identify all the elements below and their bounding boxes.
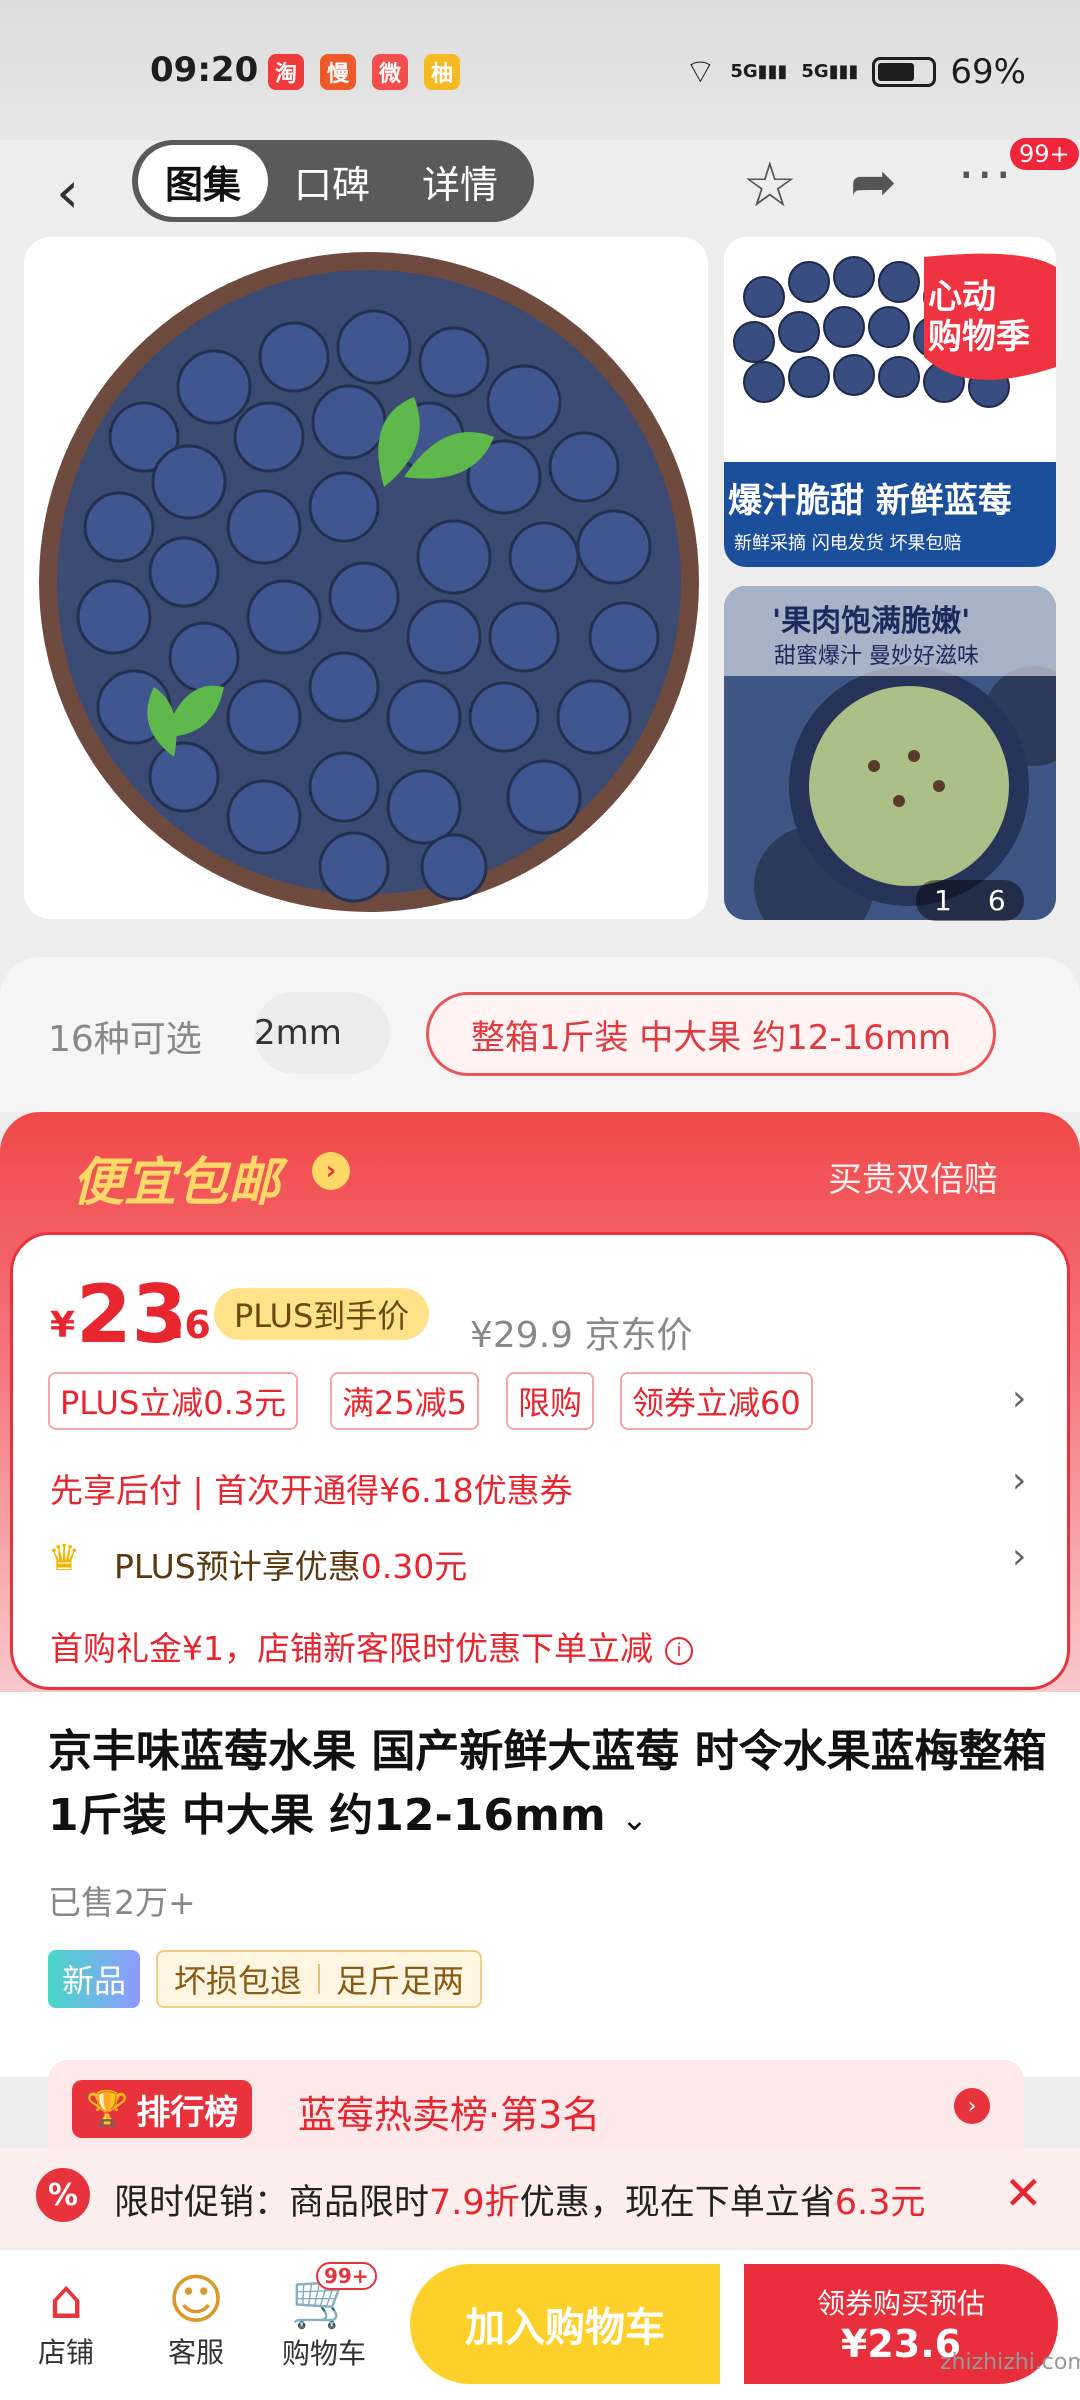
- app-icon-weibo-like: 微: [372, 54, 408, 90]
- pager-total: 6: [987, 884, 1006, 917]
- crown-icon: ♛: [48, 1538, 81, 1579]
- blueberry-bowl-image: [39, 252, 699, 912]
- pager-current: 1: [934, 884, 952, 917]
- signal-icon-1: 5G▮▮▮: [730, 61, 788, 82]
- service-tags[interactable]: 坏损包退 足斤足两: [156, 1950, 483, 2008]
- favorite-star-icon[interactable]: ☆: [742, 148, 798, 221]
- cart-label: 购物车: [281, 2337, 366, 2370]
- coupon-limit[interactable]: 限购: [506, 1372, 595, 1430]
- spec-count-label[interactable]: 16种可选: [48, 1010, 202, 1062]
- status-right: ⌔ 5G▮▮▮ 5G▮▮▮ 69%: [684, 50, 1026, 93]
- customer-service-icon: ☺: [167, 2268, 225, 2331]
- plus-benefit-row[interactable]: PLUS预计享优惠0.30元: [114, 1540, 467, 1588]
- top-tabs: 图集 口碑 详情: [132, 140, 534, 222]
- coupon-full-reduction[interactable]: 满25减5: [330, 1372, 480, 1430]
- thumb-banner-text: 爆汁脆甜 新鲜蓝莓: [728, 481, 1012, 521]
- message-badge: 99+: [1010, 138, 1079, 170]
- coupon-claim[interactable]: 领券立减60: [620, 1372, 813, 1430]
- more-icon[interactable]: ···: [958, 146, 1014, 206]
- gallery-thumbnail-2[interactable]: '果肉饱满脆嫩' 甜蜜爆汁 曼妙好滋味: [724, 586, 1056, 920]
- tag-new: 新品: [48, 1950, 141, 2008]
- product-title[interactable]: 京丰味蓝莓水果 国产新鲜大蓝莓 时令水果蓝梅整箱1斤装 中大果 约12-16mm…: [48, 1720, 1048, 1851]
- coupon-plus[interactable]: PLUS立减0.3元: [48, 1372, 299, 1430]
- battery-icon: [872, 56, 937, 87]
- plus-price-tag: PLUS到手价: [214, 1288, 430, 1340]
- promo-arrow-icon[interactable]: ›: [312, 1152, 350, 1190]
- ranking-arrow-icon[interactable]: ›: [954, 2088, 990, 2124]
- spec-option-partial[interactable]: 2mm: [254, 992, 390, 1074]
- pay-later-chevron-icon[interactable]: ›: [1012, 1460, 1026, 1501]
- first-buy-gift[interactable]: 首购礼金¥1，店铺新客限时优惠下单立减 i: [50, 1622, 693, 1670]
- service-button[interactable]: ☺ 客服: [156, 2268, 236, 2371]
- pay-later-row[interactable]: 先享后付 | 首次开通得¥6.18优惠券: [50, 1464, 573, 1512]
- watermark: zhizhizhi.com: [940, 2350, 1080, 2375]
- ranking-text[interactable]: 蓝莓热卖榜·第3名: [298, 2084, 600, 2139]
- app-icon-taobao: 淘: [268, 54, 304, 90]
- jd-price: ¥29.9 京东价: [470, 1315, 693, 1356]
- percent-icon: %: [36, 2168, 90, 2222]
- sold-count: 已售2万+: [48, 1883, 196, 1922]
- promo-guarantee[interactable]: 买贵双倍赔: [828, 1152, 998, 1201]
- battery-percent: 69%: [950, 51, 1026, 92]
- main-product-image[interactable]: [24, 237, 708, 919]
- status-time: 09:20: [150, 50, 259, 90]
- store-button[interactable]: ⌂ 店铺: [30, 2268, 102, 2371]
- add-to-cart-button[interactable]: 加入购物车: [410, 2264, 720, 2384]
- price-decimal: .6: [170, 1303, 211, 1347]
- wifi-icon: ⌔: [684, 52, 717, 92]
- thumb-ribbon-text: 心动 购物季: [928, 277, 1030, 357]
- store-label: 店铺: [37, 2336, 94, 2369]
- gallery-pager: 1 6: [916, 880, 1024, 921]
- store-icon: ⌂: [48, 2268, 84, 2331]
- promo-title[interactable]: 便宜包邮: [72, 1140, 280, 1215]
- ranking-badge: 🏆 排行榜: [72, 2080, 253, 2138]
- expand-chevron-icon[interactable]: ⌄: [621, 1800, 648, 1838]
- app-icon-man: 慢: [320, 54, 356, 90]
- buy-label: 领券购买预估: [816, 2287, 985, 2320]
- info-icon[interactable]: i: [665, 1636, 693, 1665]
- tag-full-weight: 足斤足两: [336, 1962, 465, 2000]
- service-label: 客服: [167, 2336, 224, 2369]
- cart-badge: 99+: [316, 2262, 377, 2290]
- thumb2-sub: 甜蜜爆汁 曼妙好滋味: [774, 644, 979, 669]
- spec-option-selected[interactable]: 整箱1斤装 中大果 约12-16mm: [426, 992, 996, 1076]
- gallery-thumbnail-1[interactable]: 心动 购物季 爆汁脆甜 新鲜蓝莓 新鲜采摘 闪电发货 坏果包赔: [724, 237, 1056, 567]
- tab-gallery[interactable]: 图集: [138, 145, 268, 217]
- tab-reviews[interactable]: 口碑: [268, 145, 396, 217]
- price-currency: ¥: [50, 1305, 76, 1346]
- thumb2-title: '果肉饱满脆嫩': [772, 604, 971, 639]
- plus-chevron-icon[interactable]: ›: [1012, 1536, 1026, 1577]
- trophy-icon: 🏆: [86, 2089, 129, 2129]
- coupon-chevron-icon[interactable]: ›: [1012, 1378, 1026, 1419]
- signal-icon-2: 5G▮▮▮: [801, 61, 859, 82]
- close-icon[interactable]: ✕: [1004, 2166, 1043, 2220]
- toast-text: 限时促销：商品限时7.9折优惠，现在下单立省6.3元: [114, 2183, 926, 2223]
- share-icon[interactable]: ➦: [850, 150, 897, 215]
- back-icon[interactable]: ‹: [56, 158, 79, 226]
- app-icon-weibo: 柚: [424, 54, 460, 90]
- thumb-banner-sub: 新鲜采摘 闪电发货 坏果包赔: [734, 533, 962, 554]
- tag-damage-refund: 坏损包退: [174, 1962, 303, 2000]
- plus-benefit-value: 0.30元: [360, 1547, 468, 1586]
- tab-details[interactable]: 详情: [396, 145, 524, 217]
